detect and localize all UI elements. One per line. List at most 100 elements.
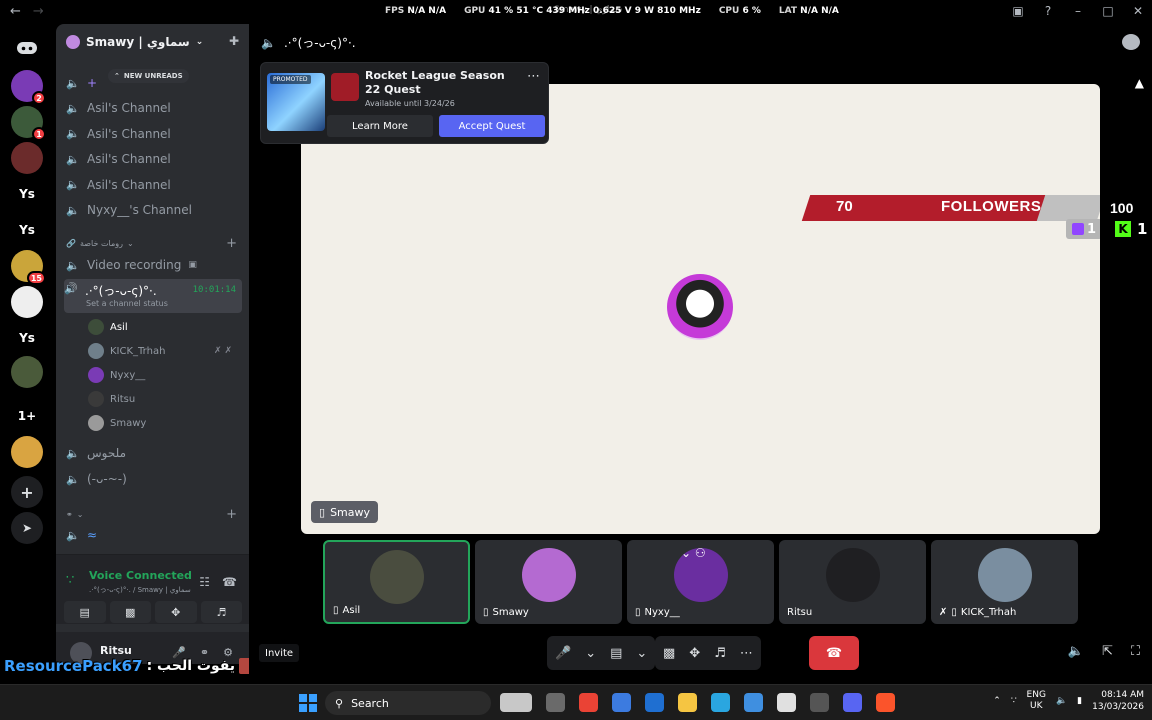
invite-button[interactable]: Invite: [259, 644, 300, 662]
pop-out-icon[interactable]: ⇱: [1102, 644, 1113, 659]
server-icon[interactable]: 1: [11, 106, 46, 141]
server-icon[interactable]: [11, 142, 43, 174]
voice-channel-partial[interactable]: 🔈 +: [66, 72, 241, 94]
chevron-up-icon[interactable]: ⌃: [993, 696, 1001, 706]
disconnect-icon[interactable]: ☎: [222, 575, 237, 589]
taskbar-app-icon[interactable]: [744, 693, 763, 712]
server-icon[interactable]: [11, 356, 43, 388]
voice-channel[interactable]: 🔈 ملحوس: [66, 442, 241, 464]
screen-share-button[interactable]: ▩: [109, 601, 151, 623]
server-icon[interactable]: 1+: [11, 400, 43, 432]
taskbar-app-icon[interactable]: [546, 693, 565, 712]
category-private[interactable]: 🔗 رومات خاصة ⌄ +: [66, 235, 241, 251]
avatar: [369, 550, 424, 604]
chat-bubble-icon[interactable]: [1122, 34, 1140, 50]
language-indicator[interactable]: ENG UK: [1027, 690, 1046, 712]
create-channel-icon[interactable]: +: [226, 236, 237, 251]
voice-member[interactable]: Ritsu: [88, 388, 238, 410]
create-channel-icon[interactable]: +: [226, 507, 237, 522]
participant-tile[interactable]: ▯ Smawy: [475, 540, 622, 624]
maximize-icon[interactable]: □: [1100, 3, 1116, 19]
activities-icon[interactable]: ✥: [689, 646, 700, 661]
back-arrow-icon[interactable]: ←: [10, 4, 21, 19]
main-stream-video[interactable]: 70 FOLLOWERS 1 ▯ Smawy: [301, 84, 1100, 534]
clock[interactable]: 08:14 AM 13/03/2026: [1092, 689, 1144, 713]
participant-tile[interactable]: ⌄ ⚇ ▯ Nyxy__: [627, 540, 774, 624]
voice-channel[interactable]: 🔈 Nyxy__'s Channel: [66, 199, 241, 221]
fullscreen-icon[interactable]: ⛶: [1131, 644, 1140, 659]
voice-channel[interactable]: 🔈 Asil's Channel: [66, 148, 241, 170]
end-call-button[interactable]: ☎: [809, 636, 859, 670]
noise-suppression-icon[interactable]: ☷: [199, 575, 210, 589]
add-member-icon[interactable]: ✚: [229, 34, 239, 48]
taskbar-app-icon[interactable]: [777, 693, 796, 712]
add-server-icon[interactable]: +: [11, 476, 43, 508]
speaker-icon[interactable]: 🔈: [1056, 696, 1067, 706]
taskbar-app-icon[interactable]: [678, 693, 697, 712]
server-icon[interactable]: 2: [11, 70, 46, 105]
activities-button[interactable]: ✥: [155, 601, 197, 623]
taskbar-app-icon[interactable]: [810, 693, 829, 712]
channel-label: ملحوس: [87, 446, 126, 460]
channel-active-voice[interactable]: 🔊 .·°(っ-ᴗ-ς)°·. 10:01:14 Set a channel s…: [64, 279, 242, 313]
help-icon[interactable]: ?: [1040, 3, 1056, 19]
participant-tile[interactable]: ✗ ▯ KICK_Trhah: [931, 540, 1078, 624]
server-icon[interactable]: 15: [11, 250, 46, 285]
wifi-icon[interactable]: ∵: [1011, 696, 1017, 706]
taskbar-app-icon[interactable]: [645, 693, 664, 712]
participant-tile[interactable]: ▯ Asil: [323, 540, 470, 624]
server-header[interactable]: Smawy | سماوي ⌄ ✚: [56, 24, 249, 60]
server-icon[interactable]: Ys: [11, 178, 43, 210]
learn-more-button[interactable]: Learn More: [327, 115, 433, 137]
accept-quest-button[interactable]: Accept Quest: [439, 115, 545, 137]
chevron-down-icon[interactable]: ⌄: [585, 646, 596, 661]
chevron-down-icon[interactable]: ⌄: [636, 646, 647, 661]
camera-off-button[interactable]: ▤: [64, 601, 106, 623]
taskbar-app-icon[interactable]: [711, 693, 730, 712]
mic-icon[interactable]: 🎤: [555, 646, 571, 661]
more-icon[interactable]: ⋯: [740, 646, 753, 661]
server-icon[interactable]: Ys: [11, 214, 43, 246]
taskbar-app-icon[interactable]: [612, 693, 631, 712]
minimize-icon[interactable]: –: [1070, 3, 1086, 19]
soundboard-icon[interactable]: ♬: [714, 646, 726, 661]
chevron-people-icon[interactable]: ⌄ ⚇: [681, 546, 706, 560]
voice-channel[interactable]: 🔈 Asil's Channel: [66, 97, 241, 119]
battery-icon[interactable]: ▮: [1077, 696, 1082, 706]
soundboard-button[interactable]: ♬: [200, 601, 242, 623]
forward-arrow-icon[interactable]: →: [33, 4, 44, 19]
discover-icon[interactable]: ➤: [11, 512, 43, 544]
channel-status[interactable]: Set a channel status: [86, 299, 168, 308]
taskbar-app-icon[interactable]: [843, 693, 862, 712]
voice-channel[interactable]: 🔈 Asil's Channel: [66, 123, 241, 145]
voice-connected-subtitle[interactable]: .·°(っ-ᴗ-ς)°·. / Smawy | سماوي: [89, 585, 191, 595]
voice-connected-title[interactable]: Voice Connected: [89, 569, 192, 582]
username[interactable]: Ritsu: [100, 644, 132, 657]
screen-share-icon[interactable]: ▩: [663, 646, 675, 661]
taskbar-app-icon[interactable]: [876, 693, 895, 712]
close-icon[interactable]: ✕: [1130, 3, 1146, 19]
taskbar-app-icon[interactable]: [579, 693, 598, 712]
voice-member[interactable]: KICK_Trhah ✗ ✗: [88, 340, 238, 362]
camera-off-icon[interactable]: ▤: [610, 646, 622, 661]
server-icon[interactable]: Ys: [11, 322, 43, 354]
server-icon[interactable]: [11, 286, 43, 318]
taskbar-app-icon[interactable]: [500, 693, 532, 712]
windows-start-icon[interactable]: [299, 694, 317, 712]
category-collapsed[interactable]: ⚭ ⌄ +: [66, 506, 241, 522]
voice-member[interactable]: Nyxy__: [88, 364, 238, 386]
volume-icon[interactable]: 🔈: [1068, 644, 1084, 659]
voice-member[interactable]: Asil: [88, 316, 238, 338]
server-icon[interactable]: [11, 436, 43, 468]
channel-video-recording[interactable]: 🔈 Video recording ▣: [66, 254, 241, 276]
inbox-icon[interactable]: ▣: [1010, 3, 1026, 19]
voice-channel-emoji[interactable]: 🔈 ≈: [66, 524, 241, 546]
discord-home-icon[interactable]: [11, 32, 43, 64]
phone-icon: ▯: [951, 607, 957, 618]
participant-tile[interactable]: Ritsu: [779, 540, 926, 624]
taskbar-search[interactable]: ⚲ Search: [325, 691, 491, 715]
voice-channel[interactable]: 🔈 Asil's Channel: [66, 174, 241, 196]
voice-channel[interactable]: 🔈 (-ᴗ-~-): [66, 468, 241, 490]
voice-member[interactable]: Smawy: [88, 412, 238, 434]
more-options-icon[interactable]: ⋯: [527, 69, 540, 84]
